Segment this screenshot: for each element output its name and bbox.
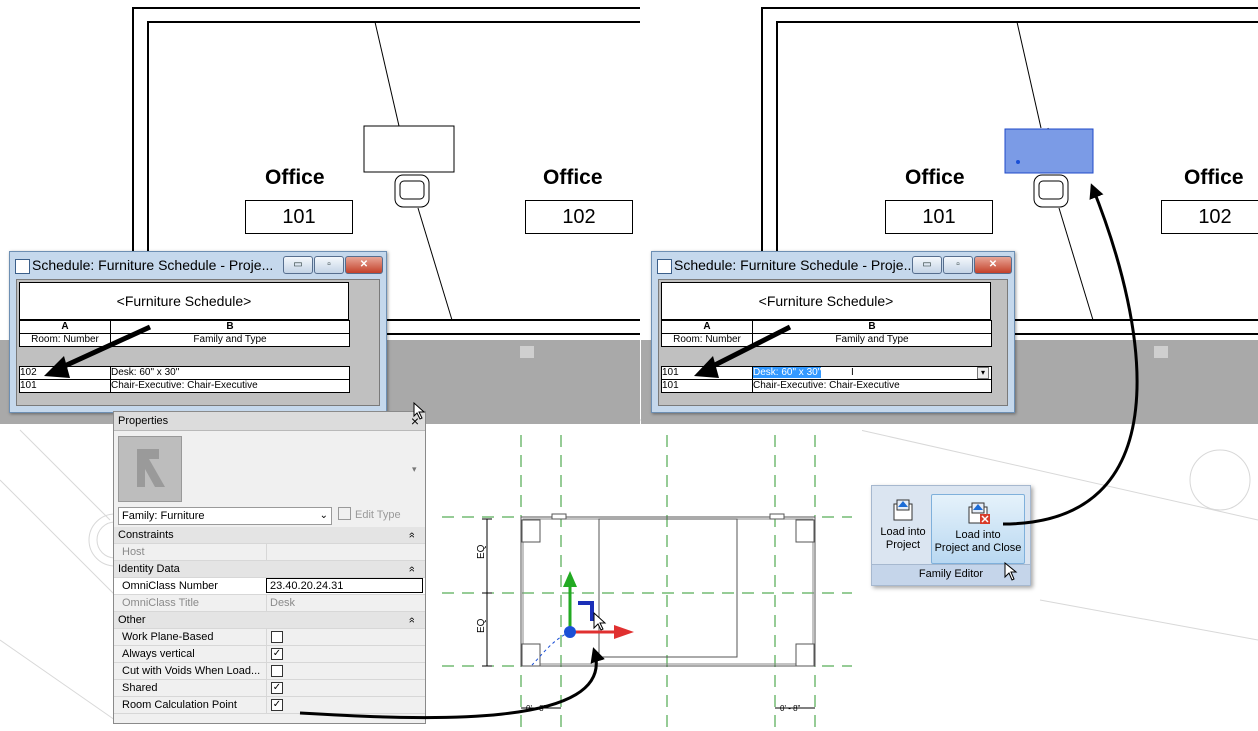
plan-cursor-icon xyxy=(413,401,426,420)
arrow-load-to-plan xyxy=(1002,183,1139,526)
arrow-to-room-102 xyxy=(44,324,152,378)
annotation-overlay xyxy=(44,183,1139,720)
arrow-room-calc-to-point xyxy=(299,647,605,720)
arrow-to-room-101 xyxy=(694,324,792,378)
